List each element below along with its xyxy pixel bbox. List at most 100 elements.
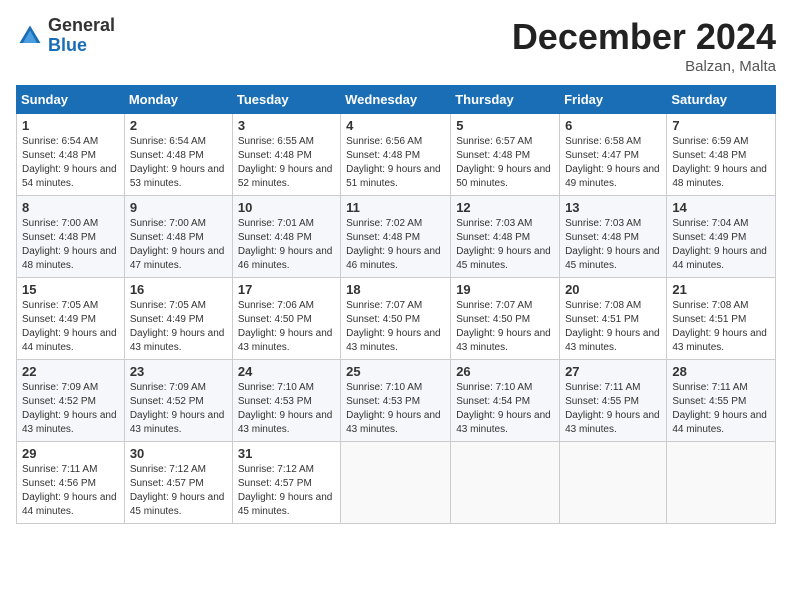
day-info: Sunrise: 6:55 AMSunset: 4:48 PMDaylight:… [238,135,335,191]
day-info: Sunrise: 7:08 AMSunset: 4:51 PMDaylight:… [672,299,770,355]
day-number: 31 [238,446,335,461]
page-header: General Blue December 2024 Balzan, Malta [16,16,776,75]
day-number: 16 [130,282,227,297]
day-info: Sunrise: 7:00 AMSunset: 4:48 PMDaylight:… [130,217,227,273]
day-number: 5 [456,118,554,133]
calendar-cell: 5 Sunrise: 6:57 AMSunset: 4:48 PMDaylight… [451,114,560,196]
day-number: 17 [238,282,335,297]
day-number: 4 [346,118,445,133]
calendar-cell: 26Sunrise: 7:10 AMSunset: 4:54 PMDayligh… [451,360,560,442]
calendar-cell: 16 Sunrise: 7:05 AMSunset: 4:49 PMDayligh… [124,278,232,360]
calendar-cell: 18 Sunrise: 7:07 AMSunset: 4:50 PMDayligh… [341,278,451,360]
calendar-cell: 11 Sunrise: 7:02 AMSunset: 4:48 PMDayligh… [341,196,451,278]
calendar-cell: 20Sunrise: 7:08 AMSunset: 4:51 PMDayligh… [560,278,667,360]
calendar-cell: 2 Sunrise: 6:54 AMSunset: 4:48 PMDaylight… [124,114,232,196]
day-info: Sunrise: 7:03 AMSunset: 4:48 PMDaylight:… [565,217,661,273]
day-number: 20 [565,282,661,297]
day-info: Sunrise: 7:12 AMSunset: 4:57 PMDaylight:… [130,463,227,519]
day-number: 18 [346,282,445,297]
day-info: Sunrise: 6:58 AMSunset: 4:47 PMDaylight:… [565,135,661,191]
day-info: Sunrise: 7:09 AMSunset: 4:52 PMDaylight:… [22,381,119,437]
day-number: 3 [238,118,335,133]
day-info: Sunrise: 6:57 AMSunset: 4:48 PMDaylight:… [456,135,554,191]
calendar-cell: 25 Sunrise: 7:10 AMSunset: 4:53 PMDayligh… [341,360,451,442]
day-info: Sunrise: 7:12 AMSunset: 4:57 PMDaylight:… [238,463,335,519]
calendar-cell: 31 Sunrise: 7:12 AMSunset: 4:57 PMDayligh… [232,442,340,524]
calendar-cell [451,442,560,524]
day-info: Sunrise: 7:00 AMSunset: 4:48 PMDaylight:… [22,217,119,273]
day-number: 7 [672,118,770,133]
day-number: 8 [22,200,119,215]
day-number: 12 [456,200,554,215]
calendar-week-row: 1Sunrise: 6:54 AMSunset: 4:48 PMDaylight… [17,114,776,196]
calendar-cell: 10Sunrise: 7:01 AMSunset: 4:48 PMDayligh… [232,196,340,278]
calendar-cell: 1Sunrise: 6:54 AMSunset: 4:48 PMDaylight… [17,114,125,196]
day-info: Sunrise: 7:10 AMSunset: 4:53 PMDaylight:… [238,381,335,437]
calendar-cell: 9 Sunrise: 7:00 AMSunset: 4:48 PMDaylight… [124,196,232,278]
calendar-cell: 14Sunrise: 7:04 AMSunset: 4:49 PMDayligh… [667,196,776,278]
weekday-header: Thursday [451,86,560,114]
calendar-cell: 24 Sunrise: 7:10 AMSunset: 4:53 PMDayligh… [232,360,340,442]
day-number: 22 [22,364,119,379]
day-number: 13 [565,200,661,215]
day-info: Sunrise: 7:01 AMSunset: 4:48 PMDaylight:… [238,217,335,273]
calendar-cell: 3 Sunrise: 6:55 AMSunset: 4:48 PMDaylight… [232,114,340,196]
day-info: Sunrise: 7:11 AMSunset: 4:56 PMDaylight:… [22,463,119,519]
day-info: Sunrise: 7:11 AMSunset: 4:55 PMDaylight:… [565,381,661,437]
weekday-header-row: SundayMondayTuesdayWednesdayThursdayFrid… [17,86,776,114]
weekday-header: Sunday [17,86,125,114]
calendar-cell [667,442,776,524]
day-info: Sunrise: 7:05 AMSunset: 4:49 PMDaylight:… [130,299,227,355]
location: Balzan, Malta [512,58,776,75]
calendar-cell: 19Sunrise: 7:07 AMSunset: 4:50 PMDayligh… [451,278,560,360]
day-number: 27 [565,364,661,379]
day-info: Sunrise: 7:07 AMSunset: 4:50 PMDaylight:… [456,299,554,355]
calendar-cell: 21Sunrise: 7:08 AMSunset: 4:51 PMDayligh… [667,278,776,360]
calendar-week-row: 29 Sunrise: 7:11 AMSunset: 4:56 PMDayligh… [17,442,776,524]
day-number: 11 [346,200,445,215]
logo-general: General [48,16,115,36]
calendar-table: SundayMondayTuesdayWednesdayThursdayFrid… [16,85,776,524]
logo-icon [16,22,44,50]
calendar-cell: 30 Sunrise: 7:12 AMSunset: 4:57 PMDayligh… [124,442,232,524]
calendar-cell: 29 Sunrise: 7:11 AMSunset: 4:56 PMDayligh… [17,442,125,524]
day-info: Sunrise: 7:07 AMSunset: 4:50 PMDaylight:… [346,299,445,355]
calendar-cell: 17 Sunrise: 7:06 AMSunset: 4:50 PMDayligh… [232,278,340,360]
day-number: 29 [22,446,119,461]
day-number: 25 [346,364,445,379]
weekday-header: Saturday [667,86,776,114]
calendar-week-row: 8 Sunrise: 7:00 AMSunset: 4:48 PMDaylight… [17,196,776,278]
day-info: Sunrise: 7:05 AMSunset: 4:49 PMDaylight:… [22,299,119,355]
calendar-cell [341,442,451,524]
calendar-cell: 22 Sunrise: 7:09 AMSunset: 4:52 PMDayligh… [17,360,125,442]
day-info: Sunrise: 6:59 AMSunset: 4:48 PMDaylight:… [672,135,770,191]
month-title: December 2024 [512,16,776,58]
day-number: 2 [130,118,227,133]
day-info: Sunrise: 7:10 AMSunset: 4:54 PMDaylight:… [456,381,554,437]
day-info: Sunrise: 7:10 AMSunset: 4:53 PMDaylight:… [346,381,445,437]
day-info: Sunrise: 7:03 AMSunset: 4:48 PMDaylight:… [456,217,554,273]
day-info: Sunrise: 6:56 AMSunset: 4:48 PMDaylight:… [346,135,445,191]
day-info: Sunrise: 6:54 AMSunset: 4:48 PMDaylight:… [130,135,227,191]
calendar-cell: 6 Sunrise: 6:58 AMSunset: 4:47 PMDaylight… [560,114,667,196]
calendar-cell [560,442,667,524]
calendar-cell: 15Sunrise: 7:05 AMSunset: 4:49 PMDayligh… [17,278,125,360]
day-number: 30 [130,446,227,461]
calendar-cell: 12 Sunrise: 7:03 AMSunset: 4:48 PMDayligh… [451,196,560,278]
day-number: 6 [565,118,661,133]
day-info: Sunrise: 7:06 AMSunset: 4:50 PMDaylight:… [238,299,335,355]
day-number: 28 [672,364,770,379]
day-number: 9 [130,200,227,215]
day-number: 24 [238,364,335,379]
weekday-header: Wednesday [341,86,451,114]
day-info: Sunrise: 7:04 AMSunset: 4:49 PMDaylight:… [672,217,770,273]
day-info: Sunrise: 7:11 AMSunset: 4:55 PMDaylight:… [672,381,770,437]
day-info: Sunrise: 7:02 AMSunset: 4:48 PMDaylight:… [346,217,445,273]
logo-text: General Blue [48,16,115,56]
calendar-week-row: 15Sunrise: 7:05 AMSunset: 4:49 PMDayligh… [17,278,776,360]
title-block: December 2024 Balzan, Malta [512,16,776,75]
weekday-header: Friday [560,86,667,114]
day-info: Sunrise: 6:54 AMSunset: 4:48 PMDaylight:… [22,135,119,191]
weekday-header: Monday [124,86,232,114]
weekday-header: Tuesday [232,86,340,114]
